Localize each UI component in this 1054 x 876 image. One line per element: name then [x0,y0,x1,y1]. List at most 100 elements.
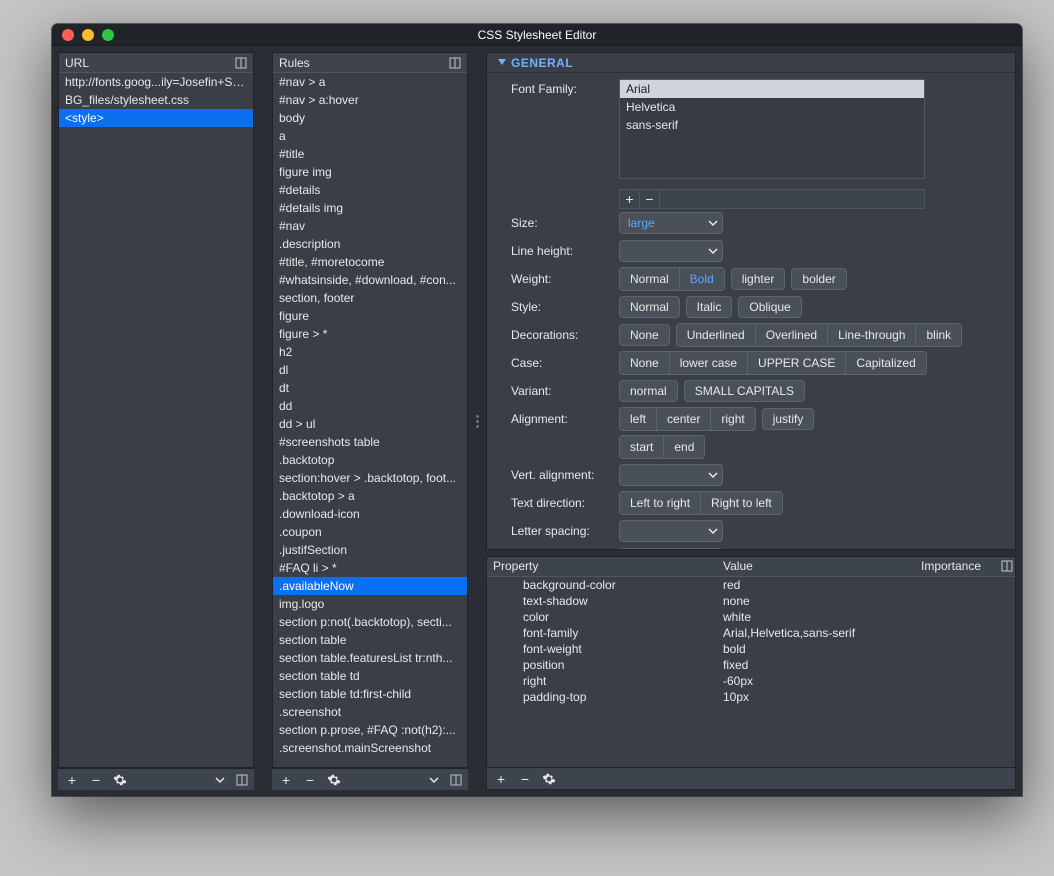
add-property-button[interactable]: + [491,770,511,788]
columns-config-icon[interactable] [234,772,250,788]
property-row[interactable]: font-weightbold [487,641,1015,657]
decor-blink[interactable]: blink [916,324,961,346]
textdir-rtl[interactable]: Right to left [701,492,782,514]
rule-list-item[interactable]: #title [273,145,467,163]
rule-list-item[interactable]: img.logo [273,595,467,613]
rule-list-item[interactable]: section table td:first-child [273,685,467,703]
align-right[interactable]: right [711,408,754,430]
rule-list-item[interactable]: figure img [273,163,467,181]
rule-list-item[interactable]: section table [273,631,467,649]
url-list[interactable]: http://fonts.goog...ily=Josefin+SansBG_f… [59,73,253,767]
decor-underlined[interactable]: Underlined [677,324,756,346]
word-spacing-select[interactable] [619,548,723,549]
decor-overlined[interactable]: Overlined [756,324,828,346]
rule-list-item[interactable]: .backtotop > a [273,487,467,505]
rule-list-item[interactable]: .backtotop [273,451,467,469]
style-oblique[interactable]: Oblique [738,296,801,318]
rule-list-item[interactable]: body [273,109,467,127]
rule-list-item[interactable]: dd [273,397,467,415]
rules-list[interactable]: #nav > a#nav > a:hoverbodya#titlefigure … [273,73,467,767]
align-group-2[interactable]: start end [619,435,705,459]
rule-list-item[interactable]: section table.featuresList tr:nth... [273,649,467,667]
add-stylesheet-button[interactable]: + [62,771,82,789]
rules-settings-button[interactable] [324,771,344,789]
general-section-header[interactable]: GENERAL [487,53,1015,73]
stylesheet-settings-button[interactable] [110,771,130,789]
rule-list-item[interactable]: #details img [273,199,467,217]
case-lower[interactable]: lower case [670,352,748,374]
align-group[interactable]: left center right [619,407,756,431]
textdir-ltr[interactable]: Left to right [620,492,701,514]
font-family-listbox[interactable]: ArialHelveticasans-serif [619,79,925,179]
add-font-button[interactable]: + [620,190,640,208]
remove-stylesheet-button[interactable]: − [86,771,106,789]
rule-list-item[interactable]: #FAQ li > * [273,559,467,577]
columns-config-icon[interactable] [999,558,1015,574]
remove-font-button[interactable]: − [640,190,660,208]
property-row[interactable]: right-60px [487,673,1015,689]
font-family-option[interactable]: Helvetica [620,98,924,116]
case-cap[interactable]: Capitalized [846,352,925,374]
rule-list-item[interactable]: #details [273,181,467,199]
rule-list-item[interactable]: dt [273,379,467,397]
variant-smallcaps[interactable]: SMALL CAPITALS [684,380,805,402]
property-row[interactable]: text-shadownone [487,593,1015,609]
rule-list-item[interactable]: .screenshot.mainScreenshot [273,739,467,757]
rule-list-item[interactable]: .coupon [273,523,467,541]
rule-list-item[interactable]: dd > ul [273,415,467,433]
remove-property-button[interactable]: − [515,770,535,788]
url-list-item[interactable]: http://fonts.goog...ily=Josefin+Sans [59,73,253,91]
textdir-group[interactable]: Left to right Right to left [619,491,783,515]
property-row[interactable]: colorwhite [487,609,1015,625]
dropdown-caret-icon[interactable] [210,771,230,789]
properties-rows[interactable]: background-colorredtext-shadownonecolorw… [487,577,1015,767]
rule-list-item[interactable]: h2 [273,343,467,361]
rule-list-item[interactable]: #nav > a:hover [273,91,467,109]
url-list-item[interactable]: <style> [59,109,253,127]
align-left[interactable]: left [620,408,657,430]
align-end[interactable]: end [664,436,704,458]
columns-config-icon[interactable] [233,55,249,71]
rule-list-item[interactable]: section table td [273,667,467,685]
rule-list-item[interactable]: .justifSection [273,541,467,559]
font-family-option[interactable]: sans-serif [620,116,924,134]
align-start[interactable]: start [620,436,664,458]
remove-rule-button[interactable]: − [300,771,320,789]
line-height-select[interactable] [619,240,723,262]
align-justify[interactable]: justify [762,408,815,430]
weight-segment[interactable]: Normal Bold [619,267,725,291]
url-list-item[interactable]: BG_files/stylesheet.css [59,91,253,109]
style-italic[interactable]: Italic [686,296,733,318]
dropdown-caret-icon[interactable] [424,771,444,789]
property-row[interactable]: padding-top10px [487,689,1015,705]
case-none[interactable]: None [620,352,670,374]
vert-align-select[interactable] [619,464,723,486]
variant-normal[interactable]: normal [619,380,678,402]
weight-bolder[interactable]: bolder [791,268,846,290]
columns-config-icon[interactable] [447,55,463,71]
rule-list-item[interactable]: #whatsinside, #download, #con... [273,271,467,289]
column-resize-handle[interactable] [474,52,480,790]
rule-list-item[interactable]: .screenshot [273,703,467,721]
properties-settings-button[interactable] [539,770,559,788]
weight-lighter[interactable]: lighter [731,268,786,290]
case-upper[interactable]: UPPER CASE [748,352,846,374]
weight-normal[interactable]: Normal [620,268,680,290]
rule-list-item[interactable]: #nav [273,217,467,235]
property-row[interactable]: positionfixed [487,657,1015,673]
property-row[interactable]: font-familyArial,Helvetica,sans-serif [487,625,1015,641]
columns-config-icon[interactable] [448,772,464,788]
property-row[interactable]: background-colorred [487,577,1015,593]
size-select[interactable]: large [619,212,723,234]
rule-list-item[interactable]: section p:not(.backtotop), secti... [273,613,467,631]
rule-list-item[interactable]: .download-icon [273,505,467,523]
rule-list-item[interactable]: section, footer [273,289,467,307]
column-resize-handle[interactable] [260,52,266,790]
add-rule-button[interactable]: + [276,771,296,789]
case-group[interactable]: None lower case UPPER CASE Capitalized [619,351,927,375]
style-normal[interactable]: Normal [619,296,680,318]
rule-list-item[interactable]: section p.prose, #FAQ :not(h2):... [273,721,467,739]
font-family-option[interactable]: Arial [620,80,924,98]
rule-list-item[interactable]: #title, #moretocome [273,253,467,271]
rule-list-item[interactable]: .availableNow [273,577,467,595]
